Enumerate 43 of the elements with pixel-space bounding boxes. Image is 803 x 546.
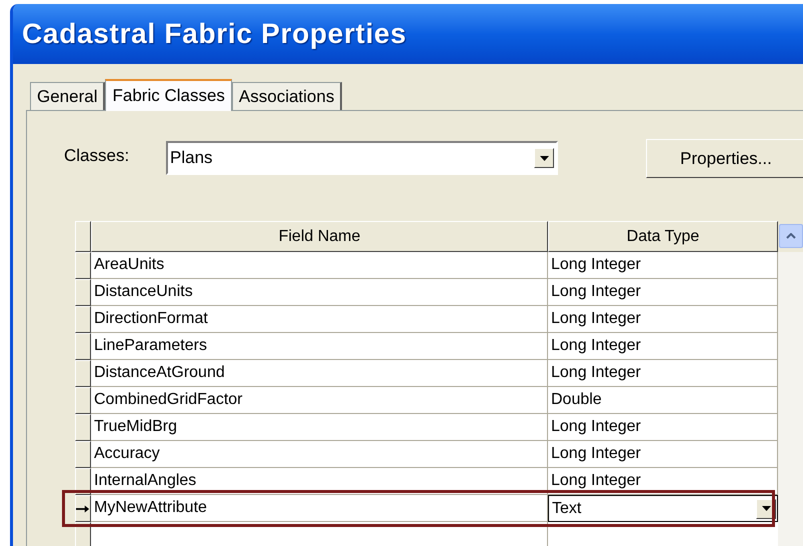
dropdown-arrow-button[interactable] xyxy=(534,148,554,168)
arrow-icon xyxy=(76,504,90,514)
column-header[interactable]: Field Name xyxy=(91,221,548,252)
table-cell: Long Integer xyxy=(548,306,778,333)
data-type-combobox[interactable]: Text xyxy=(548,495,778,522)
row-header xyxy=(75,221,91,252)
table-cell: Long Integer xyxy=(548,252,778,279)
tab[interactable]: Fabric Classes xyxy=(105,79,232,111)
properties-button[interactable]: Properties... xyxy=(646,139,803,178)
row-selector[interactable] xyxy=(75,306,91,333)
table-cell: TrueMidBrg xyxy=(91,414,548,441)
caret-icon xyxy=(540,156,548,160)
tab[interactable]: General xyxy=(30,82,106,110)
row-selector[interactable] xyxy=(75,495,91,522)
table-cell: DirectionFormat xyxy=(91,306,548,333)
table-cell: CombinedGridFactor xyxy=(91,387,548,414)
table-cell: LineParameters xyxy=(91,333,548,360)
window-title: Cadastral Fabric Properties xyxy=(22,17,407,51)
row-selector[interactable] xyxy=(75,387,91,414)
table-cell: DistanceUnits xyxy=(91,279,548,306)
table-cell: Long Integer xyxy=(548,279,778,306)
row-selector[interactable] xyxy=(75,279,91,306)
classes-label: Classes: xyxy=(64,145,130,167)
row-selector[interactable] xyxy=(75,441,91,468)
table-cell: AreaUnits xyxy=(91,252,548,279)
tab[interactable]: Associations xyxy=(232,82,342,110)
table-cell: Double xyxy=(548,387,778,414)
classes-combobox[interactable]: Plans xyxy=(166,141,558,175)
table-cell: DistanceAtGround xyxy=(91,360,548,387)
table-cell: MyNewAttribute xyxy=(91,495,548,522)
row-selector[interactable] xyxy=(75,333,91,360)
table-cell: Long Integer xyxy=(548,441,778,468)
caret-icon xyxy=(762,506,770,511)
table-cell: Long Integer xyxy=(548,414,778,441)
table-cell: Long Integer xyxy=(548,333,778,360)
row-selector[interactable] xyxy=(75,252,91,279)
chevron-up-icon xyxy=(786,233,796,239)
table-cell: Long Integer xyxy=(548,360,778,387)
column-header[interactable]: Data Type xyxy=(548,221,778,252)
row-selector[interactable] xyxy=(75,414,91,441)
table-cell: Accuracy xyxy=(91,441,548,468)
scroll-up-button[interactable] xyxy=(779,224,803,248)
row-selector[interactable] xyxy=(75,360,91,387)
